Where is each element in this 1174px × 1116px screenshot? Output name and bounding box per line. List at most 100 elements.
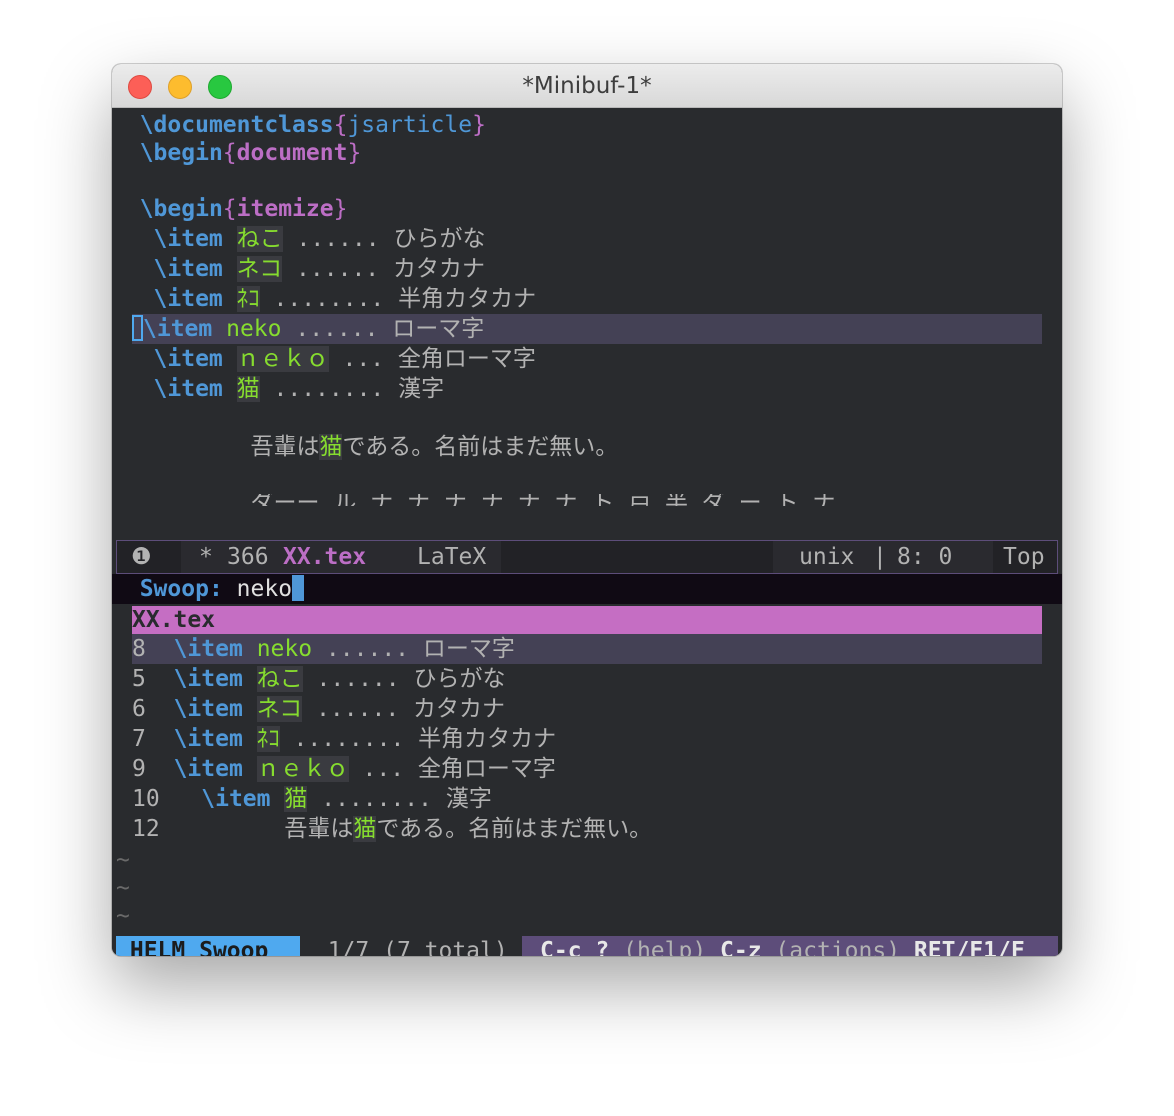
line-number: 7 [132,726,146,752]
editor-frame[interactable]: \documentclass{jsarticle} \begin{documen… [112,108,1062,956]
match-highlight: ネコ [256,696,303,722]
buffer-item-line[interactable]: \item ネコ ...... カタカナ [112,254,1062,284]
buffer-line-2[interactable]: \begin{document} [112,138,1062,168]
buffer-sentence[interactable]: 吾輩は猫である。名前はまだ無い。 [112,432,1062,462]
latex-command: \item [201,786,271,812]
buffer-line-1[interactable]: \documentclass{jsarticle} [112,110,1062,140]
sentence-text: である。名前はまだ無い。 [342,434,619,460]
helm-candidate[interactable]: 12 吾輩は猫である。名前はまだ無い。 [132,814,1042,844]
match-highlight: 猫 [284,786,308,812]
match-highlight: ｎｅｋｏ [256,756,349,782]
dots: ...... [282,256,393,282]
line-number: 10 [132,786,160,812]
brace: } [333,196,348,222]
latex-command: \documentclass [139,112,334,138]
helm-source-header: XX.tex [132,606,1042,634]
dots: ........ [259,286,399,312]
brace: } [347,140,362,166]
search-input[interactable]: neko [237,576,292,602]
candidate-text: ... 全角ローマ字 [348,756,556,782]
buffer-item-line[interactable]: \item ｎｅｋｏ ... 全角ローマ字 [112,344,1062,374]
latex-command: \item [143,316,213,342]
match-highlight: ねこ [256,666,303,692]
match-highlight: 猫 [236,376,260,402]
buffer-item-line[interactable]: \item 猫 ........ 漢字 [112,374,1062,404]
line-number: 8 [132,636,146,662]
eol-type: unix [799,544,855,570]
candidate-text: ...... カタカナ [302,696,506,722]
item-description: ローマ字 [392,316,485,342]
current-line[interactable]: \item neko ...... ローマ字 [132,314,1042,344]
empty-line-marker: ~ [116,903,130,929]
key-actions: C-z [720,938,762,956]
mode-line[interactable]: ❶ * 366 XX.tex LaTeX unix | 8: 0 Top [116,540,1058,574]
minibuffer[interactable]: Swoop: neko [112,574,1062,604]
buffer-item-line[interactable]: \item ﾈｺ ........ 半角カタカナ [112,284,1062,314]
helm-candidate[interactable]: 9 \item ｎｅｋｏ ... 全角ローマ字 [132,754,1042,784]
latex-command: \item [173,696,243,722]
brace: } [472,112,486,138]
helm-candidate[interactable]: 6 \item ネコ ...... カタカナ [132,694,1042,724]
latex-command: \item [173,636,243,662]
brace: { [222,196,237,222]
item-description: ひらがな [393,226,486,252]
candidate-text: 吾輩は [284,816,354,842]
latex-command: \item [153,286,223,312]
helm-source-name: HELM Swoop [116,936,300,956]
buffer-filename[interactable]: XX.tex [283,541,366,573]
key-ret: RET/F1/F [913,938,1025,956]
item-description: 全角ローマ字 [397,346,536,372]
buffer-item-line[interactable]: \item ねこ ...... ひらがな [112,224,1062,254]
buffer-size: 366 [227,544,269,570]
candidate-count-text: 1/7 (7 total) [327,938,508,956]
sentence-text: 吾輩は [250,434,320,460]
helm-name-label: HELM Swoop [129,938,269,956]
latex-command: \begin [139,196,223,222]
hint-help: (help) [609,938,721,956]
cursor-position: 8: 0 [897,544,953,570]
helm-candidate[interactable]: 10 \item 猫 ........ 漢字 [132,784,1042,814]
candidate-text: ...... ローマ字 [312,636,515,662]
empty-line-marker: ~ [116,875,130,901]
scroll-position: Top [1003,544,1045,570]
latex-command: \item [153,256,223,282]
class-name: jsarticle [347,112,473,138]
major-mode[interactable]: LaTeX [417,541,486,573]
match-highlight: neko [226,316,282,342]
environment-name: document [236,140,348,166]
empty-line-marker: ~ [116,847,130,873]
minibuffer-cursor [292,574,305,601]
match-highlight: ネコ [236,256,283,282]
match-highlight: neko [256,636,313,662]
match-highlight: ﾈｺ [256,726,280,752]
helm-mode-line[interactable]: HELM Swoop 1/7 (7 total) C-c ? (help) C-… [116,936,1058,956]
text-cursor [132,314,143,341]
key-help: C-c ? [540,938,610,956]
item-description: 半角カタカナ [398,286,537,312]
brace: { [333,112,348,138]
window-number-badge: ❶ [131,544,152,570]
dots: ...... [281,316,393,342]
helm-candidate[interactable]: 7 \item ﾈｺ ........ 半角カタカナ [132,724,1042,754]
title-bar[interactable]: *Minibuf-1* [112,64,1062,108]
latex-command: \item [173,756,243,782]
candidate-count: 1/7 (7 total) [300,936,522,956]
match-highlight: ねこ [236,226,283,252]
candidate-text: ........ 漢字 [307,786,492,812]
helm-candidate-selected[interactable]: 8 \item neko ...... ローマ字 [132,634,1042,664]
clipped-line: ダーー ル ナ ナ ナ ナ ナ ナ ト 戸 半 ダ ー ト ナ [112,494,1062,506]
environment-name: itemize [236,196,334,222]
latex-command: \item [173,726,243,752]
line-number: 12 [132,816,160,842]
candidate-text: ...... ひらがな [302,666,506,692]
match-highlight: ｎｅｋｏ [236,346,329,372]
latex-command: \item [153,376,223,402]
buffer-line-4[interactable]: \begin{itemize} [112,194,1062,224]
modified-indicator: * [199,544,213,570]
helm-candidate[interactable]: 5 \item ねこ ...... ひらがな [132,664,1042,694]
item-description: カタカナ [392,256,485,282]
latex-command: \item [153,346,223,372]
